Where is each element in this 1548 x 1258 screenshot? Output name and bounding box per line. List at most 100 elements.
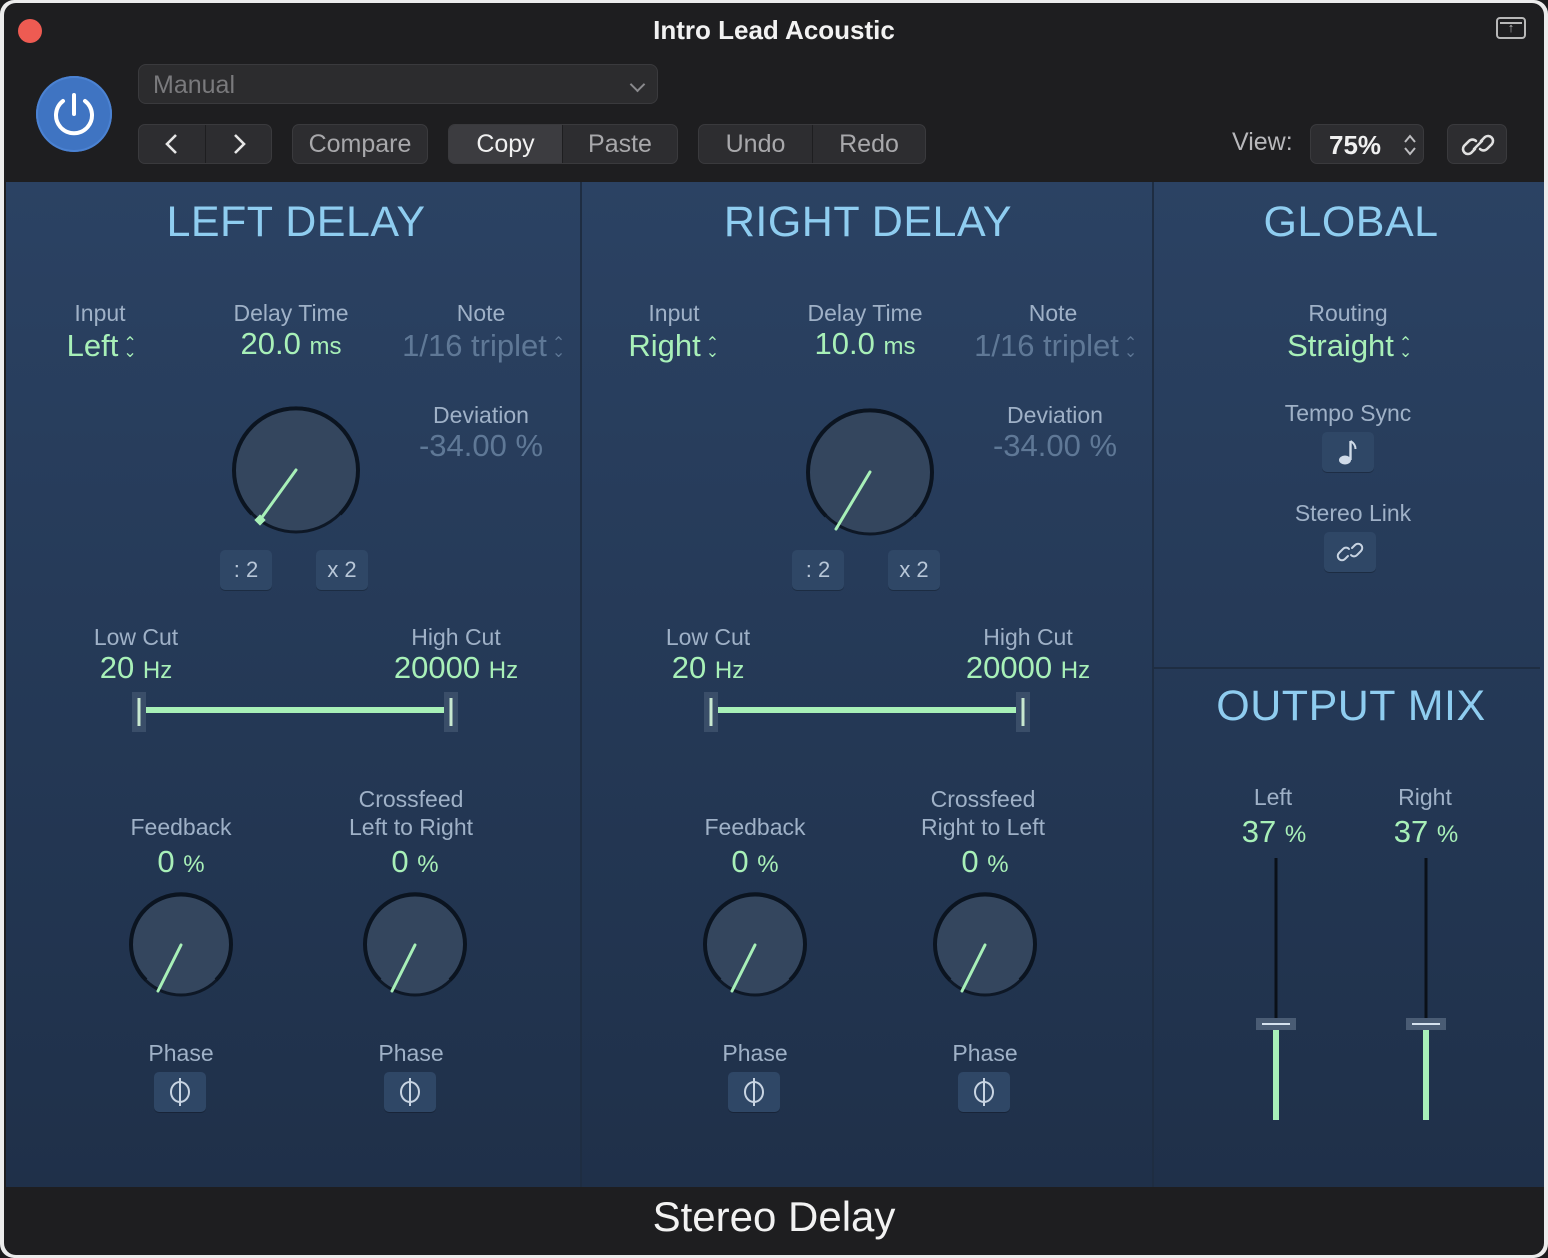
output-right-fader[interactable] [1404, 858, 1448, 1124]
power-button[interactable] [36, 76, 112, 152]
compare-group: Compare [292, 124, 428, 164]
right-crossfeed-phase-label: Phase [952, 1040, 1018, 1066]
undo-redo-group: Undo Redo [698, 124, 926, 164]
left-delay-time-value: 20.0 [240, 326, 301, 361]
right-feedback-value: 0 [731, 844, 749, 879]
right-feedback-knob[interactable] [700, 890, 810, 1000]
right-input-label: Input [648, 300, 700, 326]
left-crossfeed-unit: % [417, 851, 439, 878]
plugin-panel: LEFT DELAY Input Left ⌃ ⌄ Delay Time 20.0 … [6, 182, 1544, 1187]
left-delay-time-label: Delay Time [233, 300, 349, 326]
left-high-cut-value: 20000 [393, 650, 481, 685]
right-crossfeed-sublabel: Right to Left [920, 814, 1046, 840]
right-feedback-label: Feedback [704, 814, 806, 840]
left-feedback-knob[interactable] [126, 890, 236, 1000]
section-divider [1154, 667, 1540, 669]
right-delay-time-knob[interactable] [802, 404, 938, 540]
output-left-value: 37 [1241, 814, 1277, 849]
right-note-select[interactable]: 1/16 triplet ⌃ ⌄ [954, 328, 1154, 364]
global-title: GLOBAL [1263, 198, 1439, 246]
tempo-sync-button[interactable] [1322, 432, 1374, 472]
left-double-button[interactable]: x 2 [316, 550, 368, 590]
left-input-select[interactable]: Left ⌃ ⌄ [40, 328, 160, 364]
left-crossfeed-label: Crossfeed [358, 786, 464, 812]
view-zoom-select[interactable]: 75% [1310, 124, 1424, 164]
plugin-window-inner: Intro Lead Acoustic Manual Compare Copy … [4, 3, 1544, 1255]
left-feedback-value-field[interactable]: 0 % [126, 844, 236, 880]
plugin-name: Stereo Delay [652, 1193, 896, 1240]
redo-button[interactable]: Redo [812, 125, 925, 163]
next-preset-button[interactable] [205, 125, 271, 163]
right-crossfeed-knob[interactable] [930, 890, 1040, 1000]
left-high-cut-unit: Hz [488, 657, 519, 684]
left-delay-title: LEFT DELAY [166, 198, 426, 246]
updown-arrows-icon: ⌃ ⌄ [1123, 334, 1138, 361]
chevron-down-icon [629, 76, 646, 93]
left-low-cut-value-field[interactable]: 20 Hz [66, 650, 206, 686]
right-high-cut-value: 20000 [965, 650, 1053, 685]
previous-preset-button[interactable] [139, 125, 205, 163]
expand-icon[interactable] [1496, 17, 1526, 39]
right-crossfeed-phase-button[interactable] [958, 1072, 1010, 1112]
left-feedback-phase-button[interactable] [154, 1072, 206, 1112]
left-crossfeed-phase-button[interactable] [384, 1072, 436, 1112]
right-feedback-phase-label: Phase [722, 1040, 788, 1066]
right-delay-time-value: 10.0 [814, 326, 875, 361]
right-crossfeed-value-field[interactable]: 0 % [930, 844, 1040, 880]
right-delay-time-value-field[interactable]: 10.0 ms [780, 326, 950, 362]
preset-dropdown[interactable]: Manual [138, 64, 658, 104]
note-icon [1339, 440, 1357, 465]
left-feedback-phase-label: Phase [148, 1040, 214, 1066]
plugin-window: Intro Lead Acoustic Manual Compare Copy … [0, 0, 1548, 1258]
compare-button[interactable]: Compare [293, 125, 427, 163]
copy-paste-group: Copy Paste [448, 124, 678, 164]
left-high-cut-value-field[interactable]: 20000 Hz [366, 650, 546, 686]
output-right-value-field[interactable]: 37 % [1366, 814, 1486, 850]
output-left-fader[interactable] [1254, 858, 1298, 1124]
left-low-cut-label: Low Cut [93, 624, 179, 650]
paste-button[interactable]: Paste [562, 125, 677, 163]
left-delay-time-value-field[interactable]: 20.0 ms [206, 326, 376, 362]
right-low-cut-unit: Hz [714, 657, 745, 684]
left-delay-time-knob[interactable] [228, 402, 364, 538]
left-input-value: Left [66, 328, 119, 363]
preset-nav-group [138, 124, 272, 164]
updown-arrows-icon: ⌃ ⌄ [551, 334, 566, 361]
copy-button[interactable]: Copy [449, 125, 562, 163]
routing-select[interactable]: Straight ⌃ ⌄ [1238, 328, 1458, 364]
left-note-select[interactable]: 1/16 triplet ⌃ ⌄ [382, 328, 582, 364]
output-left-value-field[interactable]: 37 % [1214, 814, 1334, 850]
right-halve-button[interactable]: : 2 [792, 550, 844, 590]
left-low-cut-unit: Hz [142, 657, 173, 684]
undo-button[interactable]: Undo [699, 125, 812, 163]
phase-icon [974, 1078, 994, 1106]
right-feedback-phase-button[interactable] [728, 1072, 780, 1112]
right-feedback-value-field[interactable]: 0 % [700, 844, 810, 880]
left-deviation-label: Deviation [433, 402, 529, 428]
left-crossfeed-knob[interactable] [360, 890, 470, 1000]
right-double-button[interactable]: x 2 [888, 550, 940, 590]
right-note-label: Note [1028, 300, 1078, 326]
left-crossfeed-value-field[interactable]: 0 % [360, 844, 470, 880]
right-deviation-value[interactable]: -34.00 % [970, 428, 1140, 464]
tempo-sync-label: Tempo Sync [1284, 400, 1412, 426]
right-input-select[interactable]: Right ⌃ ⌄ [602, 328, 742, 364]
right-cut-range-slider[interactable] [700, 692, 1040, 736]
right-delay-time-unit: ms [883, 333, 916, 360]
stereo-link-button[interactable] [1324, 532, 1376, 572]
left-deviation-value[interactable]: -34.00 % [396, 428, 566, 464]
left-halve-button[interactable]: : 2 [220, 550, 272, 590]
right-note-value: 1/16 triplet [974, 328, 1119, 363]
right-low-cut-value-field[interactable]: 20 Hz [638, 650, 778, 686]
updown-arrows-icon [1404, 134, 1416, 156]
right-feedback-unit: % [757, 851, 779, 878]
right-deviation-label: Deviation [1007, 402, 1103, 428]
left-feedback-value: 0 [157, 844, 175, 879]
left-cut-range-slider[interactable] [128, 692, 468, 736]
updown-arrows-icon: ⌃ ⌄ [1398, 334, 1413, 361]
output-left-unit: % [1284, 821, 1307, 848]
view-zoom-value: 75% [1329, 130, 1382, 160]
right-high-cut-value-field[interactable]: 20000 Hz [938, 650, 1118, 686]
link-button[interactable] [1447, 124, 1507, 164]
left-note-label: Note [456, 300, 506, 326]
